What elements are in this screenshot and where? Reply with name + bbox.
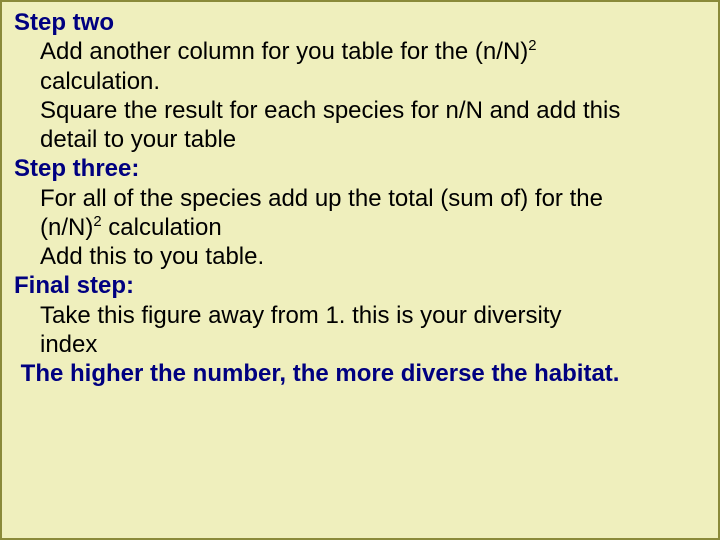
text-line: (n/N)2 calculation (40, 213, 708, 242)
step-three-heading: Step three: (14, 154, 708, 183)
text: (n/N) (40, 214, 93, 241)
text-line: calculation. (40, 67, 708, 96)
text-line: index (40, 330, 708, 359)
text-line: detail to your table (40, 125, 708, 154)
step-two-heading: Step two (14, 8, 708, 37)
final-step-body: Take this figure away from 1. this is yo… (14, 301, 708, 360)
text-line: Add this to you table. (40, 242, 708, 271)
step-three-body: For all of the species add up the total … (14, 184, 708, 272)
text: calculation (102, 214, 222, 241)
text-line: For all of the species add up the total … (40, 184, 708, 213)
text-line: Square the result for each species for n… (40, 96, 708, 125)
text-line: Take this figure away from 1. this is yo… (40, 301, 708, 330)
text: Add another column for you table for the… (40, 38, 528, 65)
text-line: Add another column for you table for the… (40, 37, 708, 66)
final-step-heading: Final step: (14, 271, 708, 300)
step-two-body: Add another column for you table for the… (14, 37, 708, 154)
superscript: 2 (528, 38, 536, 54)
superscript: 2 (93, 214, 101, 230)
slide-body: Step two Add another column for you tabl… (0, 0, 720, 540)
conclusion-line: The higher the number, the more diverse … (14, 359, 708, 388)
